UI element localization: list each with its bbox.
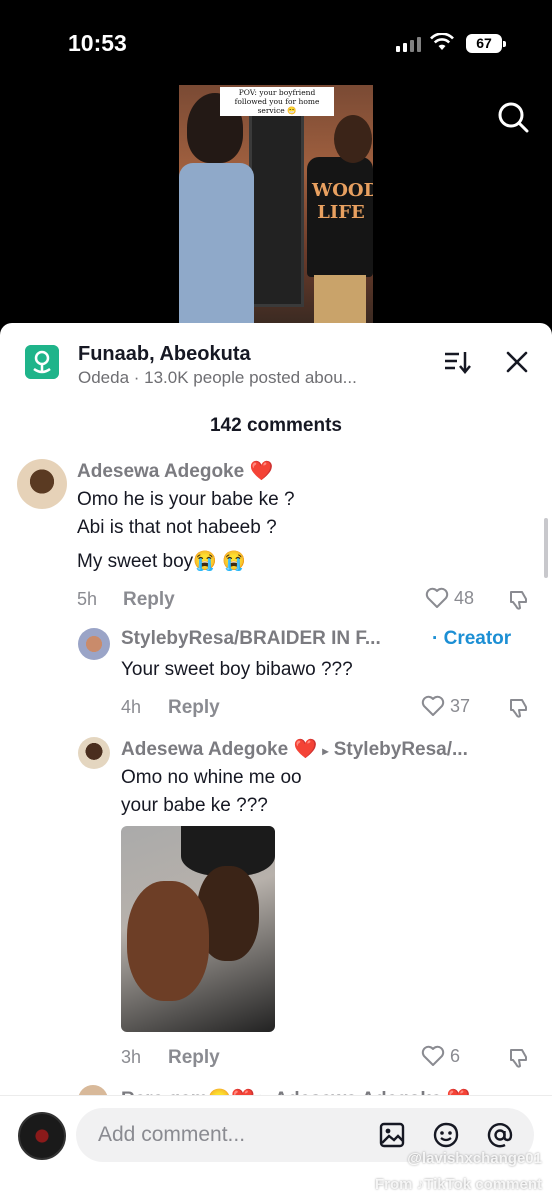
comment-time: 5h	[77, 589, 98, 609]
dislike-icon[interactable]	[507, 1047, 529, 1069]
location-subtitle[interactable]: Odeda · 13.0K people posted abou...	[78, 368, 357, 388]
search-icon[interactable]	[496, 100, 530, 134]
scrollbar[interactable]	[544, 518, 548, 578]
like-button[interactable]: 6	[421, 1045, 460, 1067]
my-avatar[interactable]	[18, 1112, 66, 1160]
shirt-print: WOOD LIFE	[312, 180, 373, 223]
dislike-icon[interactable]	[507, 697, 529, 719]
photo-detail	[127, 881, 209, 1001]
person-head	[334, 115, 372, 163]
like-count: 6	[450, 1045, 461, 1066]
status-time: 10:53	[68, 30, 127, 56]
like-count: 37	[450, 695, 471, 716]
creator-badge: · Creator	[432, 628, 512, 649]
reply-button[interactable]: Reply	[168, 697, 220, 719]
comment-text-line: My sweet boy😭 😭	[77, 551, 246, 572]
reply-button[interactable]: Reply	[168, 1047, 220, 1069]
person-figure	[179, 163, 254, 325]
comments-sheet: Funaab, Abeokuta Odeda · 13.0K people po…	[0, 323, 552, 1200]
comment-text-line: Abi is that not habeeb ?	[77, 517, 277, 538]
comment-text-line: Your sweet boy bibawo ???	[121, 659, 353, 680]
heart-outline-icon	[421, 1045, 445, 1066]
video-caption: POV: your boyfriend followed you for hom…	[220, 87, 334, 116]
watermark-handle: @lavishxchange01	[407, 1150, 542, 1167]
heart-emoji: ❤️	[293, 739, 318, 760]
comment-input[interactable]	[98, 1108, 368, 1162]
video-preview[interactable]: WOOD LIFE	[179, 85, 373, 325]
comment-time: 3h	[121, 1047, 142, 1067]
sort-icon[interactable]	[443, 349, 471, 375]
mention-icon[interactable]	[486, 1121, 514, 1149]
watermark-source: From ♪TikTok comment	[375, 1176, 542, 1193]
comment-text-line: Omo he is your babe ke ?	[77, 489, 295, 510]
comment-composer: @lavishxchange01 From ♪TikTok comment	[0, 1095, 552, 1200]
like-count: 48	[454, 587, 475, 608]
comment-username[interactable]: Adesewa Adegoke ❤️	[77, 459, 273, 483]
like-button[interactable]: 37	[421, 695, 470, 717]
close-icon[interactable]	[504, 349, 530, 375]
comment-text-line: your babe ke ???	[121, 795, 268, 816]
location-pin-icon	[25, 345, 59, 379]
heart-outline-icon	[425, 587, 449, 608]
avatar[interactable]	[17, 459, 67, 509]
location-title[interactable]: Funaab, Abeokuta	[78, 343, 251, 366]
dislike-icon[interactable]	[507, 589, 529, 611]
username-text: Adesewa Adegoke	[77, 461, 245, 482]
reply-arrow-icon: ▸	[322, 744, 329, 758]
comment-username[interactable]: Adesewa Adegoke ❤️ ▸ StylebyResa/...	[121, 737, 468, 761]
avatar[interactable]	[78, 628, 110, 660]
heart-emoji: ❤️	[249, 461, 274, 482]
person-legs	[314, 275, 366, 325]
status-bar: 10:53 67	[0, 0, 552, 84]
door-graphic	[249, 107, 304, 307]
like-button[interactable]: 48	[425, 587, 474, 609]
reply-to-user: StylebyResa/...	[333, 739, 468, 760]
image-icon[interactable]	[378, 1121, 406, 1149]
comment-count: 142 comments	[209, 415, 342, 436]
heart-outline-icon	[421, 695, 445, 716]
emoji-sticker-icon[interactable]	[432, 1121, 460, 1149]
comment-photo[interactable]	[121, 826, 275, 1032]
reply-button[interactable]: Reply	[123, 589, 175, 611]
battery-indicator: 67	[466, 34, 506, 53]
username-text: Adesewa Adegoke	[121, 739, 289, 760]
signal-icon	[396, 37, 421, 52]
comment-time: 4h	[121, 697, 142, 717]
comment-text-line: Omo no whine me oo	[121, 767, 302, 788]
avatar[interactable]	[78, 737, 110, 769]
wifi-icon	[430, 33, 454, 50]
comment-username[interactable]: StylebyResa/BRAIDER IN F...	[121, 628, 381, 650]
